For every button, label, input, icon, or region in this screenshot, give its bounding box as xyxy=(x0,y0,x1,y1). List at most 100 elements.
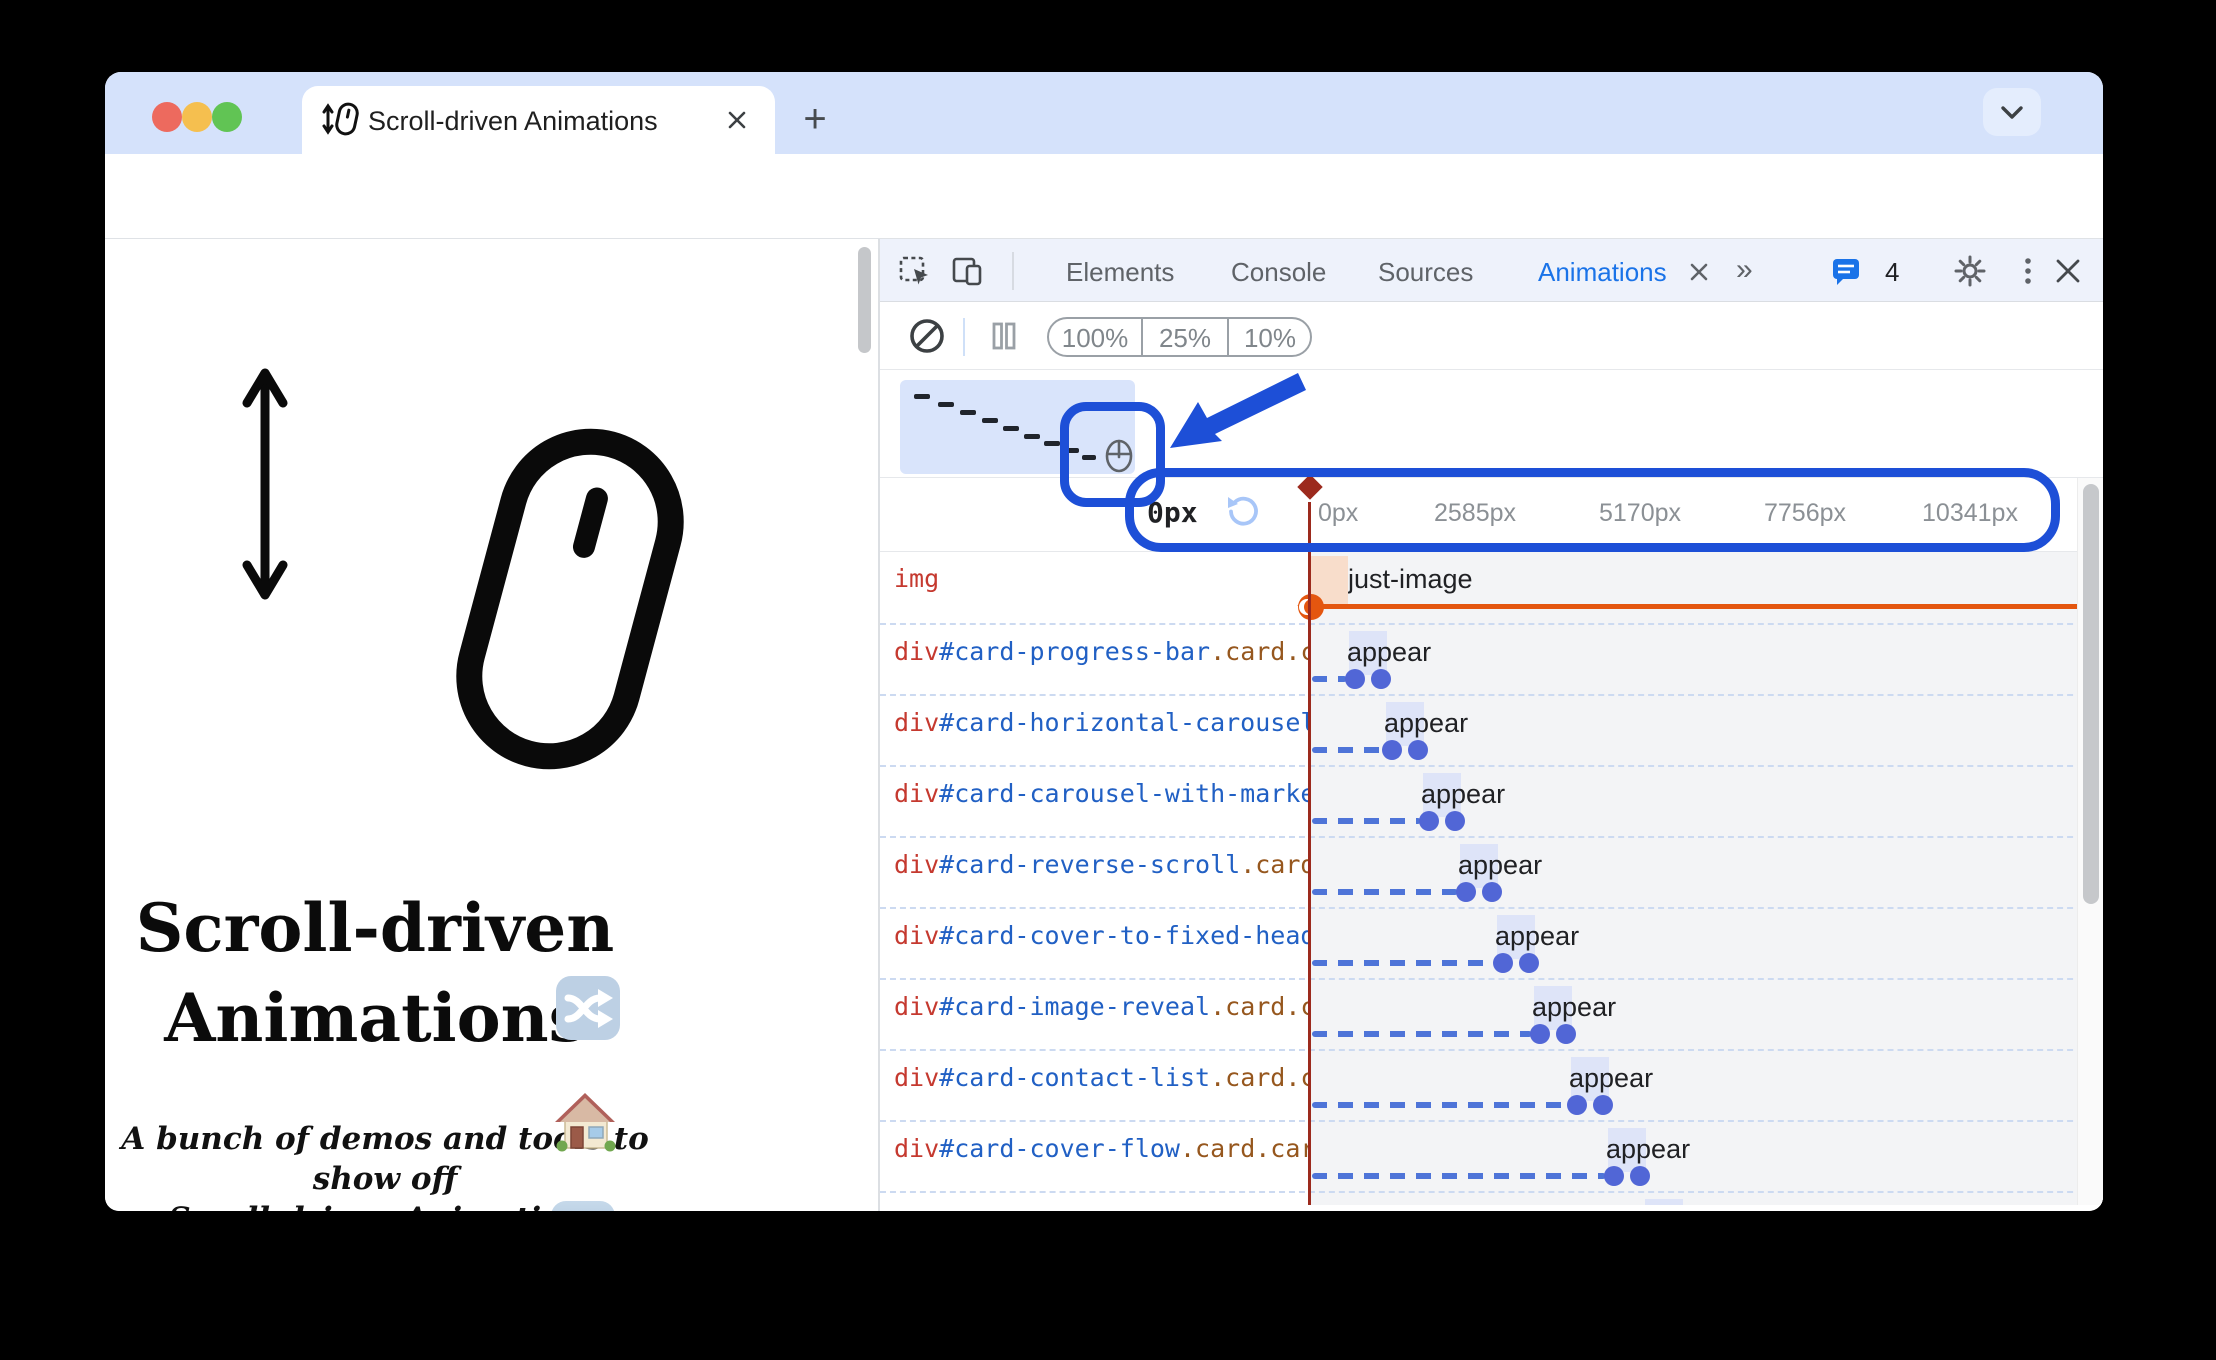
keyframe-dot[interactable] xyxy=(1519,953,1539,973)
row-selector[interactable]: div#card-reverse-scroll.card. xyxy=(894,850,1308,890)
animation-name-label: appear xyxy=(1569,1063,1654,1093)
desktop-background: Scroll-driven Animations + Scroll-driven… xyxy=(0,0,2216,1360)
tab-sources[interactable]: Sources xyxy=(1378,257,1473,288)
devtools-scrollbar[interactable] xyxy=(2077,478,2103,1205)
speed-100-button[interactable]: 100% xyxy=(1049,323,1141,354)
animation-row[interactable] xyxy=(880,1191,2103,1205)
animation-name-label: appear xyxy=(1458,850,1543,880)
keyframe-delay-line xyxy=(1312,818,1421,824)
row-selector[interactable]: div#card-horizontal-carousel. xyxy=(894,708,1308,748)
selector-id: #card-progress-bar xyxy=(939,637,1211,666)
devtools-scrollbar-thumb[interactable] xyxy=(2083,484,2099,904)
tab-elements[interactable]: Elements xyxy=(1066,257,1174,288)
selector-tag: div xyxy=(894,921,940,950)
zoom-window-button[interactable] xyxy=(212,102,242,132)
speed-10-button[interactable]: 10% xyxy=(1229,323,1311,354)
pause-icon[interactable] xyxy=(986,318,1022,354)
keyframe-dot[interactable] xyxy=(1456,882,1476,902)
keyframe-dot[interactable] xyxy=(1556,1024,1576,1044)
selector-id: #card-carousel-with-marker xyxy=(939,779,1308,808)
keyframe-dot[interactable] xyxy=(1371,669,1391,689)
tab-close-icon[interactable] xyxy=(725,108,749,132)
row-selector[interactable]: div#card-carousel-with-marker xyxy=(894,779,1308,819)
close-animations-tab-icon[interactable] xyxy=(1686,259,1712,285)
animation-row[interactable]: div#card-cover-to-fixed-heade appear xyxy=(880,907,2103,978)
keyframe-dot[interactable] xyxy=(1530,1024,1550,1044)
keyframe-delay-line xyxy=(1312,1102,1569,1108)
inspect-element-icon[interactable] xyxy=(896,253,932,289)
animations-controls: 100% 25% 10% xyxy=(880,302,2103,370)
row-selector[interactable]: div#card-cover-flow.card.card xyxy=(894,1134,1308,1174)
animation-row[interactable]: div#card-contact-list.card.ca appear xyxy=(880,1049,2103,1120)
keyframe-delay-line xyxy=(1312,676,1347,682)
gear-icon[interactable] xyxy=(1952,253,1988,289)
keyframe-delay-line xyxy=(1312,1173,1606,1179)
keyframe-dot[interactable] xyxy=(1567,1095,1587,1115)
selector-id: #card-image-reveal xyxy=(939,992,1211,1021)
info-button[interactable]: i xyxy=(548,1198,618,1211)
animation-row[interactable]: div#card-progress-bar.card.ca appear xyxy=(880,623,2103,694)
keyframe-dot[interactable] xyxy=(1419,811,1439,831)
keyframe-dot[interactable] xyxy=(1382,740,1402,760)
animation-rows: img adjust-image div#card-progress-bar.c… xyxy=(880,552,2103,1205)
keyframe-dot[interactable] xyxy=(1593,1095,1613,1115)
browser-toolbar: scroll-driven-animations.style xyxy=(105,154,2103,306)
selector-classes: .card.ca xyxy=(1210,1063,1308,1092)
new-tab-button[interactable]: + xyxy=(799,99,831,139)
selector-tag: div xyxy=(894,992,940,1021)
selector-classes: .card.card xyxy=(1179,1134,1308,1163)
row-selector[interactable]: div#card-progress-bar.card.ca xyxy=(894,637,1308,677)
keyframe-dot[interactable] xyxy=(1604,1166,1624,1186)
row-selector[interactable]: img xyxy=(894,564,1308,604)
shuffle-button[interactable] xyxy=(553,973,623,1043)
devtools-tabbar-divider xyxy=(1012,252,1014,290)
keyframe-dot[interactable] xyxy=(1445,811,1465,831)
devtools-menu-icon[interactable] xyxy=(2010,253,2046,289)
animation-row[interactable]: img adjust-image xyxy=(880,552,2103,623)
scroll-timeline-mouse-icon xyxy=(1105,439,1133,473)
selector-tag: div xyxy=(894,1134,940,1163)
keyframe-dot[interactable] xyxy=(1345,669,1365,689)
row-selector[interactable]: div#card-cover-to-fixed-heade xyxy=(894,921,1308,961)
speed-25-button[interactable]: 25% xyxy=(1143,323,1227,354)
keyframe-delay-line xyxy=(1312,889,1458,895)
selector-id: #card-horizontal-carousel xyxy=(939,708,1308,737)
chevron-down-icon xyxy=(2001,106,2023,119)
home-button[interactable] xyxy=(550,1087,620,1157)
browser-tab[interactable]: Scroll-driven Animations xyxy=(302,86,775,154)
scroll-keyframe-circle[interactable] xyxy=(1296,592,1326,622)
animation-row[interactable]: div#card-carousel-with-marker appear xyxy=(880,765,2103,836)
animation-row[interactable]: div#card-cover-flow.card.card appear xyxy=(880,1120,2103,1191)
minimize-window-button[interactable] xyxy=(182,102,212,132)
animation-row[interactable]: div#card-reverse-scroll.card. appear xyxy=(880,836,2103,907)
devtools-tabbar: Elements Console Sources Animations » 4 xyxy=(880,239,2103,302)
page-scrollbar[interactable] xyxy=(858,247,871,353)
tab-console[interactable]: Console xyxy=(1231,257,1326,288)
issues-count-badge[interactable]: 4 xyxy=(1885,257,1899,288)
device-toolbar-icon[interactable] xyxy=(950,253,986,289)
selector-classes: .card.ca xyxy=(1210,637,1308,666)
scroll-mouse-illustration xyxy=(242,368,684,770)
scroll-mouse-favicon-icon xyxy=(322,102,359,136)
keyframe-dot[interactable] xyxy=(1493,953,1513,973)
keyframe-dot[interactable] xyxy=(1630,1166,1650,1186)
animation-row[interactable]: div#card-image-reveal.card.ca appear xyxy=(880,978,2103,1049)
keyframe-delay-line xyxy=(1312,960,1495,966)
close-devtools-icon[interactable] xyxy=(2050,253,2086,289)
tab-search-button[interactable] xyxy=(1983,88,2041,136)
animation-row[interactable]: div#card-horizontal-carousel. appear xyxy=(880,694,2103,765)
issues-bubble-icon[interactable] xyxy=(1828,253,1864,289)
keyframe-dot[interactable] xyxy=(1408,740,1428,760)
close-window-button[interactable] xyxy=(152,102,182,132)
row-selector[interactable]: div#card-image-reveal.card.ca xyxy=(894,992,1308,1032)
clear-all-icon[interactable] xyxy=(906,315,948,357)
more-tabs-icon[interactable]: » xyxy=(1736,253,1753,287)
tab-animations[interactable]: Animations xyxy=(1538,257,1667,288)
page-content: Scroll-driven Animations A bunch of demo… xyxy=(105,239,878,1211)
keyframe-dot[interactable] xyxy=(1482,882,1502,902)
row-selector[interactable]: div#card-contact-list.card.ca xyxy=(894,1063,1308,1103)
selector-tag: div xyxy=(894,850,940,879)
selector-tag: div xyxy=(894,637,940,666)
playhead-line[interactable] xyxy=(1308,502,1311,1205)
keyframe-delay-line xyxy=(1312,747,1384,753)
